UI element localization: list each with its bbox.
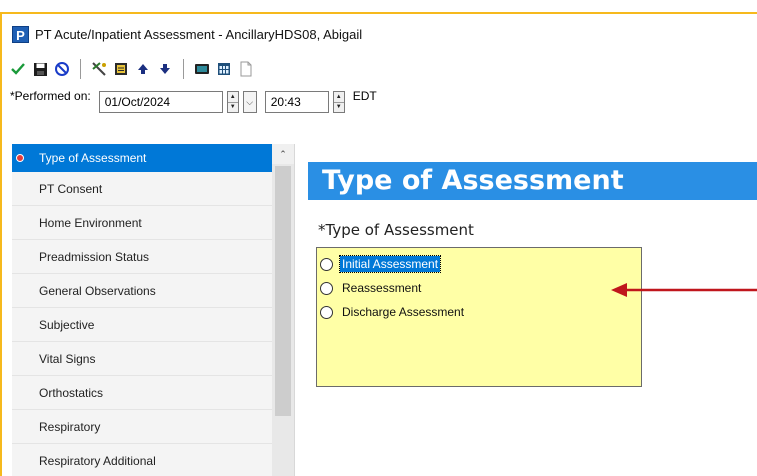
radio-option-initial-assessment[interactable]: Initial Assessment (317, 252, 641, 276)
document-icon[interactable] (238, 61, 254, 77)
radio-option-discharge-assessment[interactable]: Discharge Assessment (317, 300, 641, 324)
app-icon: P (12, 25, 29, 43)
spin-up-icon[interactable]: ▲ (334, 92, 344, 102)
scrollbar-thumb[interactable] (275, 166, 291, 416)
window-frame: P PT Acute/Inpatient Assessment - Ancill… (0, 12, 757, 476)
required-indicator-icon (16, 154, 24, 162)
nav-item-label: Type of Assessment (39, 151, 147, 165)
chevron-up-icon[interactable]: ⌃ (272, 144, 294, 164)
content-pane: Type of Assessment *Type of Assessment I… (308, 144, 757, 476)
nav-item-subjective[interactable]: Subjective (12, 308, 272, 342)
radio-option-reassessment[interactable]: Reassessment (317, 276, 641, 300)
performed-time-field[interactable]: 20:43 (264, 91, 329, 113)
nav-item-home-environment[interactable]: Home Environment (12, 206, 272, 240)
nav-item-label: PT Consent (39, 182, 103, 196)
check-icon[interactable] (10, 61, 26, 77)
nav-item-vital-signs[interactable]: Vital Signs (12, 342, 272, 376)
monitor-icon[interactable] (194, 61, 210, 77)
radio-button[interactable] (320, 281, 333, 295)
calendar-icon[interactable] (216, 61, 232, 77)
spin-down-icon[interactable]: ▼ (333, 101, 344, 113)
nav-item-respiratory-additional[interactable]: Respiratory Additional (12, 444, 272, 476)
date-dropdown-button[interactable]: ⌵ (242, 91, 257, 113)
toolbar-separator (183, 59, 184, 79)
nav-item-pt-consent[interactable]: PT Consent (12, 172, 272, 206)
nav-item-label: Orthostatics (39, 386, 104, 400)
nav-item-label: Respiratory (39, 420, 101, 434)
question-label: *Type of Assessment (318, 221, 474, 239)
toolbar (2, 54, 757, 84)
pane-divider[interactable] (294, 144, 308, 476)
title-bar: P PT Acute/Inpatient Assessment - Ancill… (2, 14, 757, 54)
performed-on-row: *Performed on: 01/Oct/2024 ▲ ▼ ⌵ 20:43 ▲… (2, 84, 757, 120)
timezone-label: EDT (352, 89, 377, 103)
nav-item-label: Respiratory Additional (39, 454, 156, 468)
performed-date-field[interactable]: 01/Oct/2024 (98, 91, 223, 113)
spin-up-icon[interactable]: ▲ (228, 92, 238, 102)
performed-on-label: *Performed on: (10, 89, 91, 103)
radio-button[interactable] (320, 257, 333, 271)
form-icon[interactable] (113, 61, 129, 77)
nav-item-preadmission-status[interactable]: Preadmission Status (12, 240, 272, 274)
time-spinner[interactable]: ▲ ▼ (332, 91, 345, 113)
nav-item-type-of-assessment[interactable]: Type of Assessment (12, 144, 272, 172)
nav-item-label: General Observations (39, 284, 156, 298)
up-arrow-icon[interactable] (135, 61, 151, 77)
red-arrow-annotation-icon (611, 283, 757, 297)
radio-option-label[interactable]: Discharge Assessment (340, 304, 466, 320)
spin-down-icon[interactable]: ▼ (227, 101, 238, 113)
down-arrow-icon[interactable] (157, 61, 173, 77)
tools-icon[interactable] (91, 61, 107, 77)
nav-item-orthostatics[interactable]: Orthostatics (12, 376, 272, 410)
nav-item-label: Preadmission Status (39, 250, 150, 264)
cancel-icon[interactable] (54, 61, 70, 77)
window-title: PT Acute/Inpatient Assessment - Ancillar… (35, 26, 363, 42)
section-title: Type of Assessment (308, 162, 757, 200)
nav-scrollbar[interactable]: ⌃ (272, 144, 294, 476)
save-icon[interactable] (32, 61, 48, 77)
chevron-down-icon: ⌵ (246, 96, 254, 107)
answer-box: Initial Assessment Reassessment Discharg… (316, 247, 642, 387)
date-spinner[interactable]: ▲ ▼ (226, 91, 239, 113)
nav-item-respiratory[interactable]: Respiratory (12, 410, 272, 444)
radio-option-label[interactable]: Initial Assessment (338, 255, 442, 273)
section-nav: Type of Assessment PT Consent Home Envir… (12, 144, 272, 476)
nav-item-label: Subjective (39, 318, 95, 332)
radio-option-label[interactable]: Reassessment (340, 280, 423, 296)
toolbar-separator (80, 59, 81, 79)
radio-button[interactable] (320, 305, 333, 319)
nav-item-label: Vital Signs (39, 352, 96, 366)
nav-item-label: Home Environment (39, 216, 142, 230)
nav-item-general-observations[interactable]: General Observations (12, 274, 272, 308)
